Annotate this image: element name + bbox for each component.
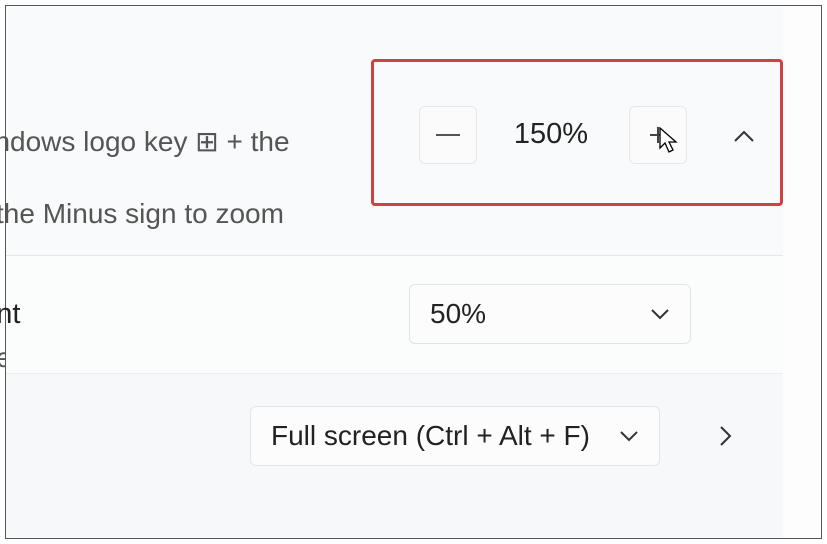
chevron-down-icon [619, 430, 639, 442]
zoom-level-row: indows logo key ⊞ + the the Minus sign t… [6, 6, 783, 256]
zoom-increment-row: ment 50% [6, 256, 783, 374]
zoom-increase-button[interactable] [629, 106, 687, 164]
view-selected-value: Full screen (Ctrl + Alt + F) [271, 420, 590, 452]
collapse-toggle[interactable] [724, 122, 764, 152]
expand-view-row[interactable] [706, 420, 746, 452]
increment-selected-value: 50% [430, 298, 486, 330]
plus-icon [646, 123, 670, 147]
view-dropdown[interactable]: Full screen (Ctrl + Alt + F) [250, 406, 660, 466]
chevron-up-icon [733, 130, 755, 144]
minus-icon [436, 134, 460, 136]
chevron-down-icon [650, 308, 670, 320]
zoom-desc-line2: the Minus sign to zoom [0, 198, 284, 229]
chevron-right-icon [719, 425, 733, 447]
zoom-desc-line1: indows logo key ⊞ + the [0, 126, 290, 157]
increment-label: ment [0, 298, 20, 331]
increment-dropdown[interactable]: 50% [409, 284, 691, 344]
zoom-decrease-button[interactable] [419, 106, 477, 164]
zoom-level-value: 150% [491, 118, 611, 151]
